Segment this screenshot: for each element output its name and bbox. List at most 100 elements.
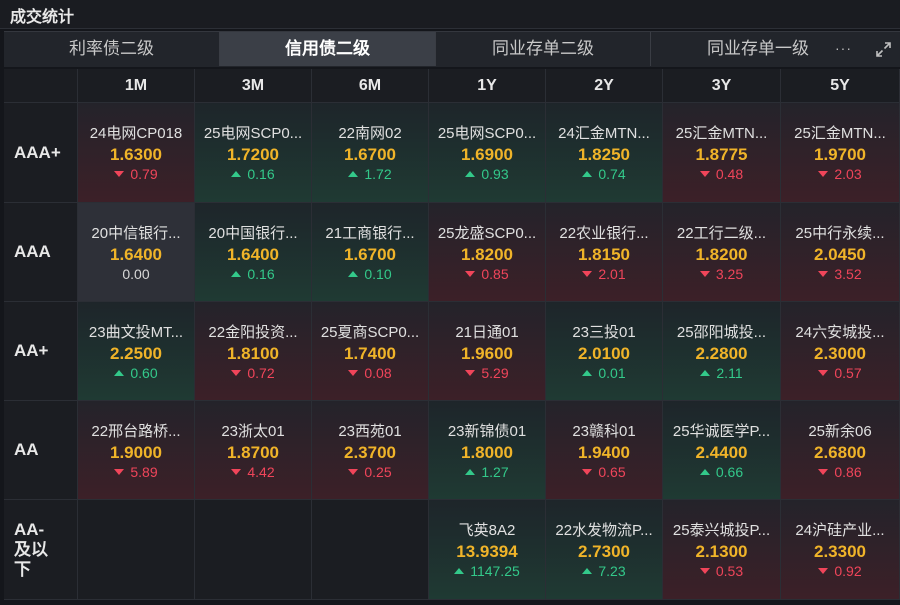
bond-cell[interactable]: 23新锦债01 1.8000 1.27 — [429, 401, 546, 500]
bond-name: 22南网02 — [338, 125, 402, 142]
bond-cell[interactable]: 22金阳投资... 1.8100 0.72 — [195, 302, 312, 401]
bond-cell[interactable]: 23赣科01 1.9400 0.65 — [546, 401, 663, 500]
arrow-down-icon — [699, 271, 710, 277]
bond-cell[interactable]: 22邢台路桥... 1.9000 5.89 — [78, 401, 195, 500]
bond-cell[interactable]: 25泰兴城投P... 2.1300 0.53 — [663, 500, 781, 600]
bond-cell[interactable]: 24沪硅产业... 2.3300 0.92 — [781, 500, 900, 600]
arrow-down-icon — [818, 469, 829, 475]
bond-name: 24电网CP018 — [89, 125, 183, 142]
bond-cell[interactable]: 21日通01 1.9600 5.29 — [429, 302, 546, 401]
bond-cell[interactable]: 24电网CP018 1.6300 0.79 — [78, 103, 195, 203]
tab-ncd-secondary[interactable]: 同业存单二级 — [436, 32, 651, 66]
bond-yield: 1.6300 — [110, 145, 162, 164]
yield-change-value: 0.25 — [364, 464, 392, 480]
bond-name: 25龙盛SCP0... — [437, 225, 537, 242]
bond-yield: 1.6700 — [344, 145, 396, 164]
bond-cell[interactable]: 23浙太01 1.8700 4.42 — [195, 401, 312, 500]
bond-cell[interactable]: 25华诚医学P... 2.4400 0.66 — [663, 401, 781, 500]
bond-name: 23曲文投MT... — [88, 324, 184, 341]
yield-change: 3.52 — [781, 266, 899, 282]
panel-titlebar: 成交统计 — [0, 0, 900, 29]
bond-name: 22金阳投资... — [208, 324, 298, 341]
yield-change-value: 0.92 — [834, 563, 862, 579]
tab-credit-bond-secondary[interactable]: 信用债二级 — [220, 32, 436, 66]
bond-name: 22工行二级... — [676, 225, 767, 242]
yield-change-value: 4.42 — [247, 464, 275, 480]
tab-ncd-primary[interactable]: 同业存单一级 — [651, 32, 865, 66]
yield-change-value: 0.79 — [130, 166, 158, 182]
arrow-up-icon — [454, 568, 465, 574]
arrow-down-icon — [231, 469, 242, 475]
yield-change: 1147.25 — [429, 563, 545, 579]
more-dots-icon[interactable]: ··· — [835, 40, 852, 56]
yield-change: 0.60 — [78, 365, 194, 381]
arrow-down-icon — [465, 370, 476, 376]
bond-cell[interactable]: 23三投01 2.0100 0.01 — [546, 302, 663, 401]
empty-cell — [312, 500, 429, 600]
yield-change: 7.23 — [546, 563, 662, 579]
panel-title: 成交统计 — [10, 9, 75, 26]
yield-change: 3.25 — [663, 266, 780, 282]
bond-yield: 1.6900 — [461, 145, 513, 164]
arrow-up-icon — [465, 469, 476, 475]
yield-change-value: 3.25 — [715, 266, 744, 282]
bond-cell[interactable]: 22农业银行... 1.8150 2.01 — [546, 203, 663, 302]
yield-change-value: 5.89 — [130, 464, 158, 480]
bond-cell[interactable]: 20中国银行... 1.6400 0.16 — [195, 203, 312, 302]
bond-cell[interactable]: 25汇金MTN... 1.8775 0.48 — [663, 103, 781, 203]
bond-cell[interactable]: 25龙盛SCP0... 1.8200 0.85 — [429, 203, 546, 302]
yield-change: 0.79 — [78, 166, 194, 182]
bond-yield: 1.6400 — [110, 245, 162, 264]
bond-name: 21日通01 — [455, 324, 519, 341]
bond-yield: 1.8000 — [461, 443, 513, 462]
column-header: 1M — [78, 69, 195, 103]
bond-yield: 1.8775 — [695, 145, 748, 164]
arrow-down-icon — [582, 469, 593, 475]
yield-change-value: 0.86 — [834, 464, 862, 480]
bond-name: 25汇金MTN... — [794, 125, 886, 142]
yield-change-value: 0.60 — [130, 365, 158, 381]
bond-cell[interactable]: 23曲文投MT... 2.2500 0.60 — [78, 302, 195, 401]
yield-change: 0.25 — [312, 464, 428, 480]
bond-name: 25邵阳城投... — [676, 324, 767, 341]
yield-change: 0.16 — [195, 266, 311, 282]
bond-yield: 1.8200 — [461, 245, 513, 264]
bond-cell[interactable]: 25电网SCP0... 1.7200 0.16 — [195, 103, 312, 203]
bond-cell[interactable]: 22水发物流P... 2.7300 7.23 — [546, 500, 663, 600]
yield-change-value: 0.93 — [481, 166, 509, 182]
bond-cell[interactable]: 25夏商SCP0... 1.7400 0.08 — [312, 302, 429, 401]
arrow-up-icon — [699, 469, 710, 475]
yield-change: 2.11 — [663, 365, 780, 381]
yield-change-value: 1.27 — [481, 464, 509, 480]
tab-rate-bond-secondary[interactable]: 利率债二级 — [4, 32, 220, 66]
bond-cell[interactable]: 25汇金MTN... 1.9700 2.03 — [781, 103, 900, 203]
bond-name: 25华诚医学P... — [672, 423, 771, 440]
arrow-down-icon — [465, 271, 476, 277]
column-header: 3Y — [663, 69, 781, 103]
bond-cell[interactable]: 22南网02 1.6700 1.72 — [312, 103, 429, 203]
bond-cell[interactable]: 20中信银行... 1.6400 0.00 — [78, 203, 195, 302]
bond-yield: 2.3000 — [814, 344, 866, 363]
arrow-down-icon — [348, 469, 359, 475]
yield-change-value: 0.72 — [247, 365, 275, 381]
bond-cell[interactable]: 25邵阳城投... 2.2800 2.11 — [663, 302, 781, 401]
bond-cell[interactable]: 21工商银行... 1.6700 0.10 — [312, 203, 429, 302]
arrow-down-icon — [114, 469, 125, 475]
row-header: AAA+ — [4, 103, 78, 203]
bond-cell[interactable]: 23西苑01 2.3700 0.25 — [312, 401, 429, 500]
bond-cell[interactable]: 飞英8A2 13.9394 1147.25 — [429, 500, 546, 600]
yield-change-value: 0.85 — [481, 266, 509, 282]
bond-yield: 1.7400 — [344, 344, 396, 363]
bond-cell[interactable]: 25电网SCP0... 1.6900 0.93 — [429, 103, 546, 203]
bond-cell[interactable]: 25中行永续... 2.0450 3.52 — [781, 203, 900, 302]
bond-cell[interactable]: 22工行二级... 1.8200 3.25 — [663, 203, 781, 302]
bond-name: 24沪硅产业... — [795, 522, 885, 539]
bond-cell[interactable]: 25新余06 2.6800 0.86 — [781, 401, 900, 500]
yield-change: 0.48 — [663, 166, 780, 182]
bond-cell[interactable]: 24汇金MTN... 1.8250 0.74 — [546, 103, 663, 203]
arrow-down-icon — [582, 271, 593, 277]
yield-change-value: 0.00 — [122, 266, 150, 282]
expand-icon[interactable] — [875, 41, 892, 58]
yield-change-value: 0.57 — [834, 365, 862, 381]
bond-cell[interactable]: 24六安城投... 2.3000 0.57 — [781, 302, 900, 401]
